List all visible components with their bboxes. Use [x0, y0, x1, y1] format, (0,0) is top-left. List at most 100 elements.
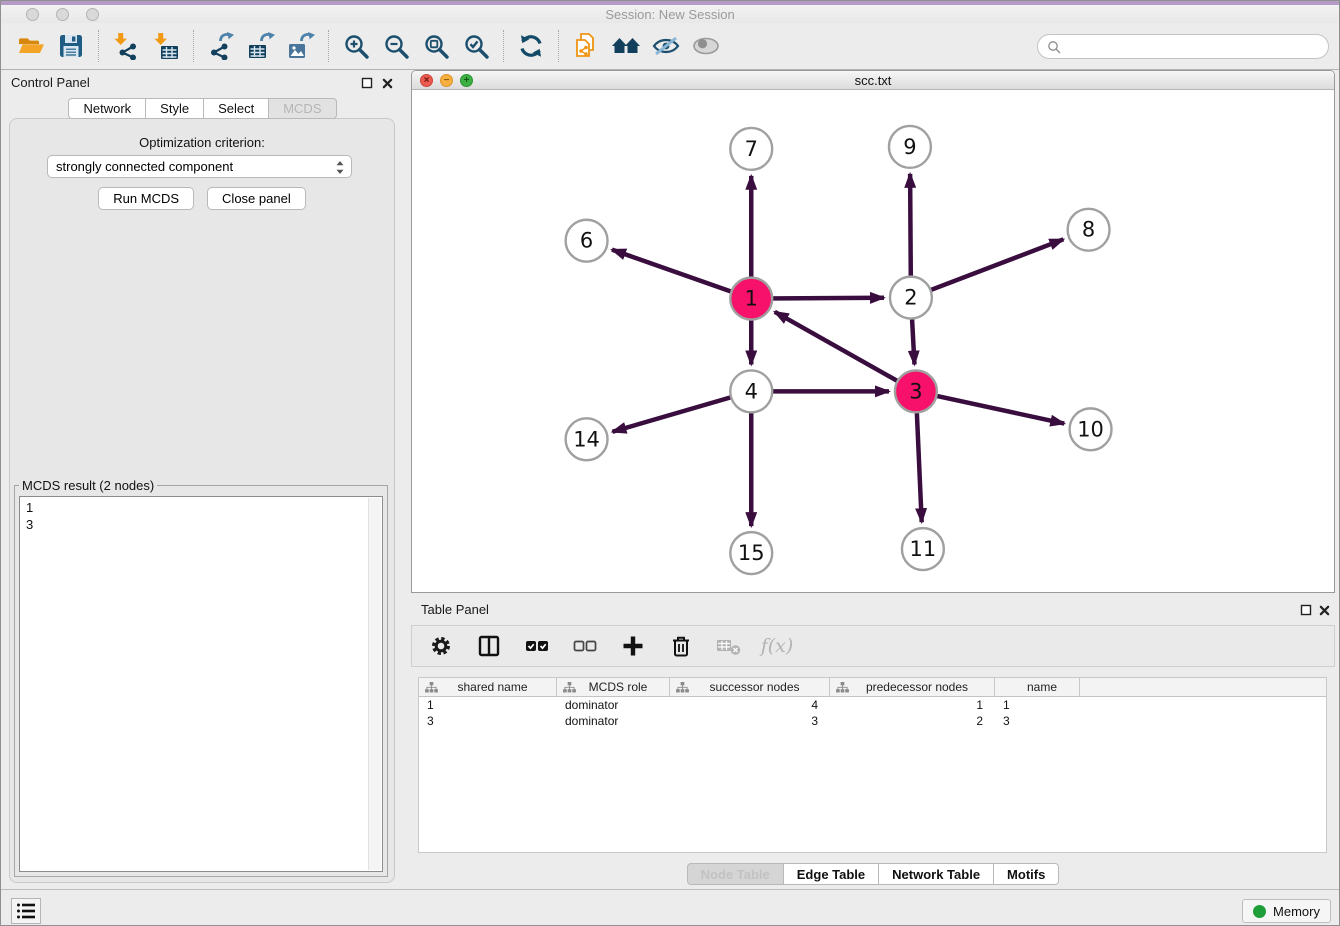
- zoom-out-icon: [383, 33, 409, 59]
- close-icon: [1319, 605, 1330, 616]
- import-table-icon: [152, 32, 180, 60]
- result-line: 1: [20, 499, 382, 516]
- add-row-button[interactable]: [616, 629, 650, 663]
- delete-row-button[interactable]: [664, 629, 698, 663]
- column-header-MCDS-role[interactable]: MCDS role: [557, 678, 670, 696]
- control-panel: Control Panel NetworkStyleSelectMCDS Opt…: [1, 70, 404, 889]
- table-cell[interactable]: 1: [830, 697, 995, 713]
- application-window: Session: New Session: [0, 0, 1340, 926]
- graph-node-label: 1: [745, 287, 758, 311]
- birds-eye-icon: [691, 34, 721, 58]
- zoom-in-button[interactable]: [336, 26, 376, 66]
- search-input[interactable]: [1067, 39, 1319, 54]
- close-panel-button-2[interactable]: Close panel: [207, 187, 306, 210]
- float-table-panel-button[interactable]: [1298, 602, 1314, 618]
- toggle-graphics-details-button[interactable]: [646, 26, 686, 66]
- tab-style[interactable]: Style: [146, 98, 204, 119]
- table-cell[interactable]: 3: [419, 713, 557, 729]
- table-cell[interactable]: 2: [830, 713, 995, 729]
- graph-edge-2-8[interactable]: [911, 239, 1063, 297]
- tab-node-table[interactable]: Node Table: [687, 863, 784, 885]
- network-canvas[interactable]: 7968124314101511: [412, 91, 1334, 592]
- search-field[interactable]: [1037, 34, 1329, 59]
- column-header-predecessor-nodes[interactable]: predecessor nodes: [830, 678, 995, 696]
- birds-eye-view-button[interactable]: [686, 26, 726, 66]
- criterion-select[interactable]: strongly connected component: [47, 155, 352, 178]
- table-cell[interactable]: 1: [995, 697, 1080, 713]
- close-panel-button[interactable]: [379, 75, 395, 91]
- graph-node-label: 9: [903, 135, 916, 159]
- import-network-icon: [112, 32, 140, 60]
- checked-boxes-icon: [524, 634, 550, 658]
- memory-status-icon: [1253, 905, 1266, 918]
- refresh-icon: [518, 33, 544, 59]
- tab-edge-table[interactable]: Edge Table: [784, 863, 879, 885]
- table-cell[interactable]: 3: [670, 713, 830, 729]
- graph-edge-3-1[interactable]: [775, 312, 916, 392]
- gear-icon: [429, 634, 453, 658]
- zoom-in-icon: [343, 33, 369, 59]
- float-panel-button[interactable]: [359, 75, 375, 91]
- tab-network[interactable]: Network: [68, 98, 146, 119]
- save-floppy-icon: [58, 33, 84, 59]
- open-folder-icon: [17, 32, 45, 60]
- columns-icon: [477, 634, 501, 658]
- control-panel-title: Control Panel: [11, 75, 90, 90]
- table-cell[interactable]: 3: [995, 713, 1080, 729]
- network-window-titlebar[interactable]: × − + scc.txt: [412, 71, 1334, 90]
- zoom-out-button[interactable]: [376, 26, 416, 66]
- import-network-button[interactable]: [106, 26, 146, 66]
- task-history-button[interactable]: [11, 898, 41, 924]
- result-scrollbar[interactable]: [368, 498, 381, 870]
- tab-network-table[interactable]: Network Table: [879, 863, 994, 885]
- zoom-fit-icon: [423, 33, 449, 59]
- table-panel: Table Panel: [411, 597, 1335, 887]
- tab-select[interactable]: Select: [204, 98, 269, 119]
- main-toolbar: [1, 23, 1339, 70]
- graph-node-label: 3: [909, 379, 922, 403]
- deselect-all-button[interactable]: [568, 629, 602, 663]
- column-header-name[interactable]: name: [995, 678, 1080, 696]
- show-all-networks-button[interactable]: [606, 26, 646, 66]
- memory-button[interactable]: Memory: [1242, 899, 1331, 923]
- apply-layout-button[interactable]: [511, 26, 551, 66]
- delete-table-button[interactable]: [712, 629, 746, 663]
- table-cell[interactable]: dominator: [557, 713, 670, 729]
- column-header-shared-name[interactable]: shared name: [419, 678, 557, 696]
- eye-slash-icon: [651, 33, 681, 59]
- tab-motifs[interactable]: Motifs: [994, 863, 1059, 885]
- tab-mcds[interactable]: MCDS: [269, 98, 336, 119]
- duplicate-network-icon: [572, 32, 600, 60]
- apply-function-button[interactable]: f(x): [760, 629, 794, 663]
- graph-edge-3-10[interactable]: [916, 391, 1064, 423]
- table-options-button[interactable]: [424, 629, 458, 663]
- control-panel-tabs: NetworkStyleSelectMCDS: [1, 98, 404, 119]
- table-cell[interactable]: dominator: [557, 697, 670, 713]
- export-table-button[interactable]: [241, 26, 281, 66]
- duplicate-network-button[interactable]: [566, 26, 606, 66]
- save-session-button[interactable]: [51, 26, 91, 66]
- zoom-fit-button[interactable]: [416, 26, 456, 66]
- table-cell[interactable]: 1: [419, 697, 557, 713]
- export-network-icon: [207, 32, 235, 60]
- select-all-button[interactable]: [520, 629, 554, 663]
- close-table-panel-button[interactable]: [1316, 602, 1332, 618]
- run-mcds-button[interactable]: Run MCDS: [98, 187, 194, 210]
- export-image-button[interactable]: [281, 26, 321, 66]
- mcds-result-list: 13: [20, 497, 382, 533]
- zoom-selected-button[interactable]: [456, 26, 496, 66]
- network-window-title: scc.txt: [412, 73, 1334, 88]
- houses-icon: [611, 33, 641, 59]
- column-header-successor-nodes[interactable]: successor nodes: [670, 678, 830, 696]
- graph-node-label: 14: [573, 427, 600, 451]
- graph-node-label: 10: [1077, 417, 1104, 441]
- toolbar-separator: [328, 30, 329, 62]
- toolbar-separator: [98, 30, 99, 62]
- show-columns-button[interactable]: [472, 629, 506, 663]
- table-cell[interactable]: 4: [670, 697, 830, 713]
- table-panel-title: Table Panel: [421, 602, 489, 617]
- column-header-filler: [1080, 678, 1326, 696]
- open-session-button[interactable]: [11, 26, 51, 66]
- import-table-button[interactable]: [146, 26, 186, 66]
- export-network-button[interactable]: [201, 26, 241, 66]
